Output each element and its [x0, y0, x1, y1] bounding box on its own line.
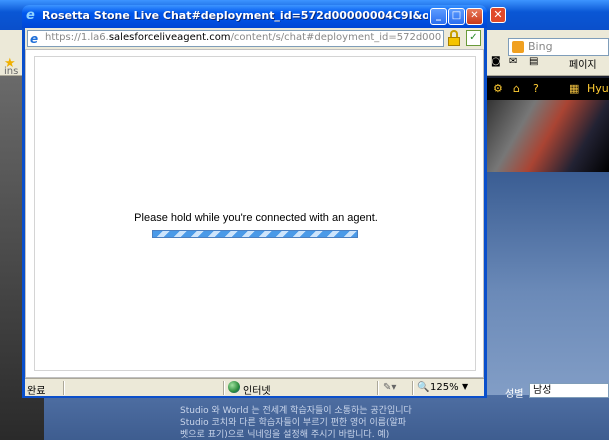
popup-titlebar[interactable]: e Rosetta Stone Live Chat#deployment_id=… — [22, 5, 487, 28]
user-name[interactable]: Hyun — [587, 82, 609, 95]
status-text: 완료 — [27, 386, 46, 397]
address-bar: e https://1.la6.salesforceliveagent.com/… — [25, 28, 484, 49]
settings-icon[interactable]: ⚙ — [493, 82, 503, 95]
rss-icon[interactable]: ◙ — [491, 56, 501, 67]
bing-icon — [512, 41, 524, 53]
status-separator — [412, 381, 414, 395]
zoom-dropdown-icon[interactable]: ▼ — [462, 382, 468, 391]
url-field[interactable]: e https://1.la6.salesforceliveagent.com/… — [27, 30, 444, 47]
security-zone: 인터넷 — [243, 386, 271, 397]
background-flag-image — [487, 100, 609, 172]
live-chat-popup-window: e Rosetta Stone Live Chat#deployment_id=… — [22, 5, 487, 398]
home-icon[interactable]: ⌂ — [513, 82, 520, 95]
background-close-button[interactable]: ✕ — [490, 7, 506, 23]
favorites-star-icon[interactable]: ★ — [4, 56, 16, 71]
connection-progress-bar — [152, 230, 358, 238]
background-lower-panel: Studio 와 World 는 전세계 학습자들이 소통하는 공간입니다 St… — [44, 395, 609, 440]
background-command-bar: ◙ ✉ ▤ 페이지 — [487, 53, 609, 73]
status-separator — [63, 381, 65, 395]
popup-title: Rosetta Stone Live Chat#deployment_id=57… — [42, 9, 428, 22]
status-separator — [223, 381, 225, 395]
page-menu[interactable]: 페이지 — [569, 56, 597, 71]
print-icon[interactable]: ▤ — [529, 56, 538, 67]
background-info-line: 벳으로 표기)으로 닉네임을 설정해 주시기 바랍니다. 예) — [180, 430, 390, 440]
certificate-icon[interactable]: ✓ — [466, 30, 481, 46]
zoom-level[interactable]: 125% — [430, 382, 459, 393]
protected-mode-icon[interactable]: ✎▾ — [383, 382, 396, 393]
hold-message: Please hold while you're connected with … — [134, 212, 378, 224]
status-bar: 완료 인터넷 ✎▾ 🔍 125% ▼ — [25, 378, 484, 397]
zoom-icon[interactable]: 🔍 — [417, 382, 429, 393]
ie-icon: e — [26, 8, 35, 23]
minimize-button[interactable]: _ — [430, 8, 447, 25]
lock-icon[interactable] — [447, 30, 461, 46]
background-search-placeholder: Bing — [528, 40, 553, 53]
page-icon: e — [30, 32, 39, 46]
help-icon[interactable]: ? — [533, 82, 539, 95]
mail-icon[interactable]: ✉ — [509, 56, 517, 67]
status-separator — [377, 381, 379, 395]
close-button[interactable]: ✕ — [466, 8, 483, 25]
popup-content-area: Please hold while you're connected with … — [25, 49, 484, 378]
chat-frame: Please hold while you're connected with … — [34, 56, 476, 371]
globe-icon — [228, 381, 240, 393]
url-text: https://1.la6.salesforceliveagent.com/co… — [45, 32, 441, 43]
background-site-nav: ⚙ ⌂ ? ▦ Hyun — [487, 78, 609, 100]
user-avatar-icon: ▦ — [569, 82, 580, 95]
gender-label: 성별 — [505, 389, 524, 400]
gender-select[interactable]: 남성 — [529, 383, 609, 398]
maximize-button[interactable]: □ — [448, 8, 465, 25]
